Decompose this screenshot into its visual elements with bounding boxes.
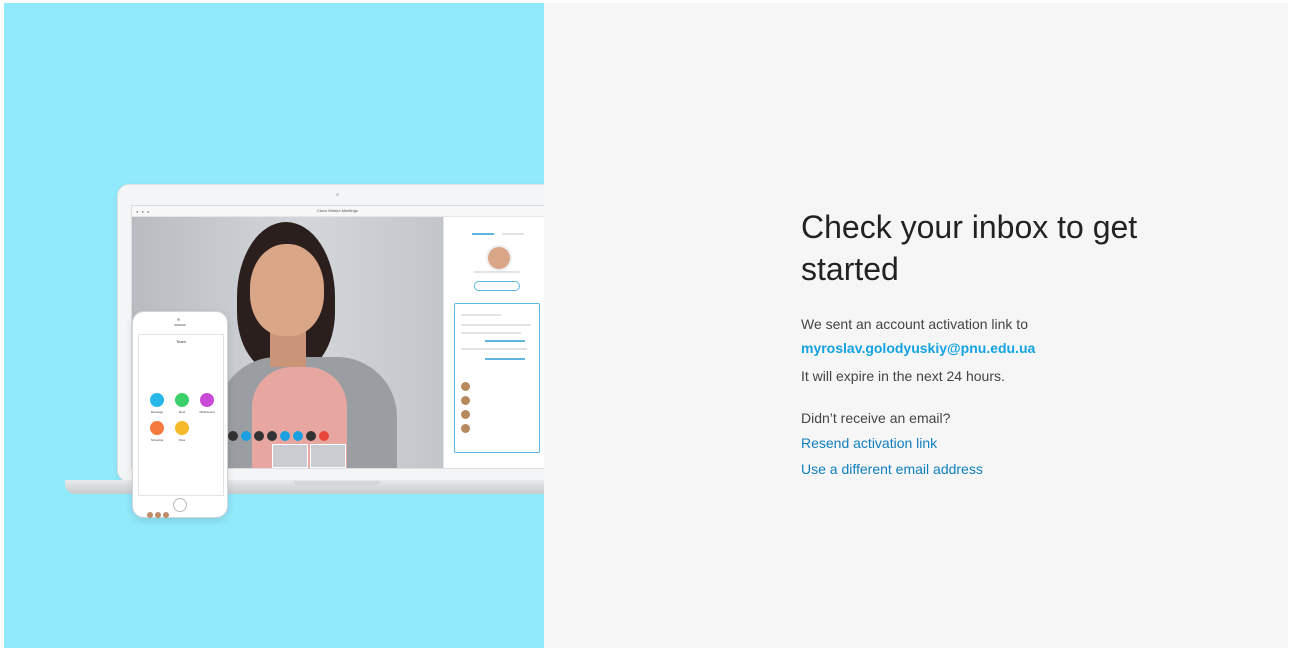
phone-screen: Team Message Meet Whiteboard Schedule Fi… — [138, 334, 224, 518]
page-title: Check your inbox to get started — [801, 209, 1138, 287]
profile-name-line — [474, 271, 520, 273]
confirmation-content: Check your inbox to get started We sent … — [801, 206, 1181, 477]
email-address: myroslav.golodyuskiy@pnu.edu.ua — [801, 340, 1036, 356]
whiteboard-icon — [200, 393, 214, 407]
app-label: Files — [178, 438, 186, 442]
contact-avatar — [461, 410, 470, 419]
resend-activation-link[interactable]: Resend activation link — [801, 433, 937, 453]
sidebar-tab — [502, 233, 524, 235]
contact-card — [454, 303, 540, 453]
promo-illustration-panel: ● ● ● Cisco Webex Meetings Team Message … — [4, 3, 544, 648]
participant-thumbnail — [272, 444, 308, 468]
phone-illustration: Team Message Meet Whiteboard Schedule Fi… — [132, 311, 228, 518]
expiry-message: It will expire in the next 24 hours. — [801, 368, 1005, 384]
contact-avatar — [461, 382, 470, 391]
person-face — [250, 244, 324, 336]
app-window-title: Cisco Webex Meetings — [317, 208, 358, 213]
sent-message: We sent an account activation link to — [801, 316, 1028, 332]
app-sidebar — [443, 217, 544, 468]
use-different-email-link[interactable]: Use a different email address — [801, 459, 983, 479]
contact-avatar — [461, 396, 470, 405]
laptop-camera — [336, 193, 339, 196]
phone-speaker — [174, 324, 186, 326]
contact-avatar — [461, 424, 470, 433]
phone-footer-avatars — [147, 505, 171, 523]
phone-home-button — [173, 498, 187, 512]
schedule-icon — [150, 421, 164, 435]
app-label: Message — [150, 410, 164, 414]
participant-thumbnail — [310, 444, 346, 468]
message-icon — [150, 393, 164, 407]
files-icon — [175, 421, 189, 435]
app-label: Meet — [178, 410, 186, 414]
phone-camera — [177, 318, 180, 321]
phone-app-title: Team — [176, 339, 186, 344]
profile-avatar — [486, 245, 512, 271]
sidebar-button — [474, 281, 520, 291]
window-controls-icon: ● ● ● — [136, 209, 151, 214]
meet-icon — [175, 393, 189, 407]
laptop-notch — [294, 481, 380, 486]
app-titlebar: ● ● ● Cisco Webex Meetings — [132, 206, 544, 217]
sidebar-tab — [472, 233, 494, 235]
not-received-message: Didn’t receive an email? — [801, 410, 951, 426]
app-label: Schedule — [150, 438, 164, 442]
app-label: Whiteboard — [199, 410, 215, 414]
